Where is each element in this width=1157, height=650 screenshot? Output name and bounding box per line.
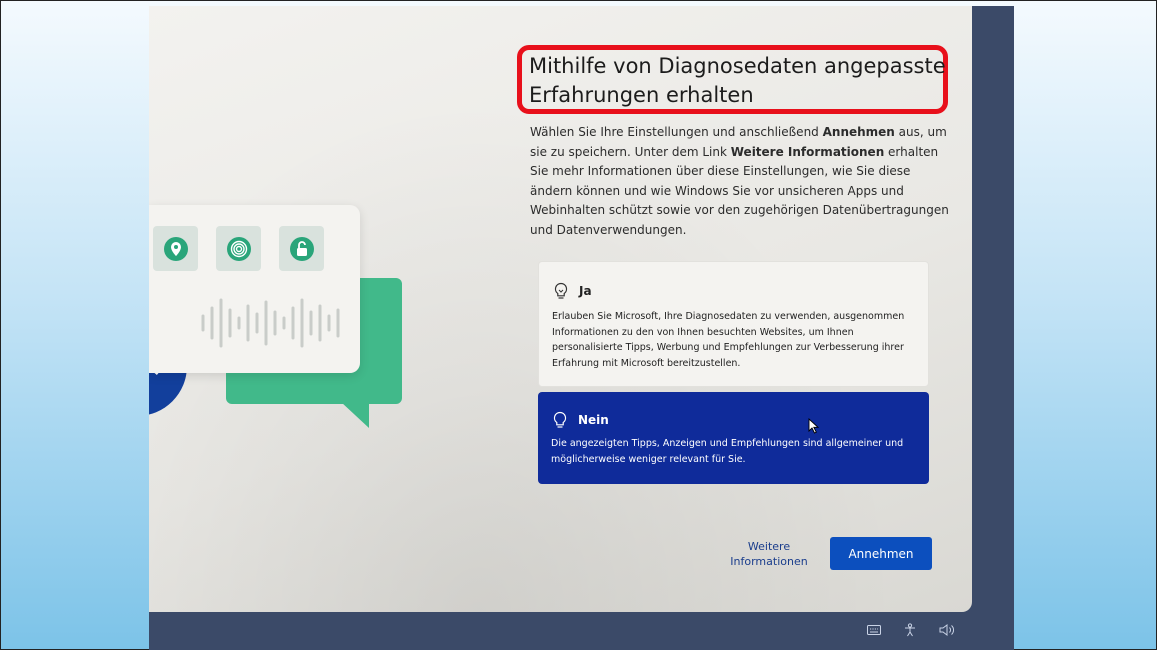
volume-icon[interactable] <box>939 624 955 636</box>
chat-bubble-tail <box>341 402 369 428</box>
page-description: Wählen Sie Ihre Einstellungen und anschl… <box>530 125 949 237</box>
option-no[interactable]: Nein Die angezeigten Tipps, Anzeigen und… <box>538 392 929 484</box>
option-no-label: Nein <box>578 413 609 427</box>
page-title: Mithilfe von Diagnosedaten angepasste Er… <box>529 54 946 107</box>
lightbulb-off-icon <box>553 411 567 428</box>
keyboard-icon[interactable] <box>867 625 881 635</box>
accessibility-icon[interactable] <box>903 623 917 637</box>
photographed-monitor: Mithilfe von Diagnosedaten angepasste Er… <box>149 6 1014 650</box>
unlock-icon <box>289 236 314 261</box>
more-info-line2: Informationen <box>730 555 808 568</box>
location-tile <box>153 226 198 271</box>
system-tray <box>867 623 955 637</box>
option-no-text: Die angezeigten Tipps, Anzeigen und Empf… <box>551 438 904 465</box>
location-icon <box>163 236 188 261</box>
mouse-cursor-icon <box>808 418 820 434</box>
option-yes[interactable]: Ja Erlauben Sie Microsoft, Ihre Diagnose… <box>538 261 929 387</box>
more-info-link[interactable]: Weitere Informationen <box>719 539 819 569</box>
option-yes-label: Ja <box>579 284 592 298</box>
unlock-tile <box>279 226 324 271</box>
more-info-line1: Weitere <box>747 540 791 553</box>
oobe-screen: Mithilfe von Diagnosedaten angepasste Er… <box>149 6 972 612</box>
lightbulb-on-icon <box>554 282 568 299</box>
option-yes-text: Erlauben Sie Microsoft, Ihre Diagnosedat… <box>552 311 905 369</box>
fingerprint-tile <box>216 226 261 271</box>
accept-button[interactable]: Annehmen <box>830 537 932 570</box>
fingerprint-icon <box>226 236 251 261</box>
audio-wave-illustration <box>201 298 340 348</box>
